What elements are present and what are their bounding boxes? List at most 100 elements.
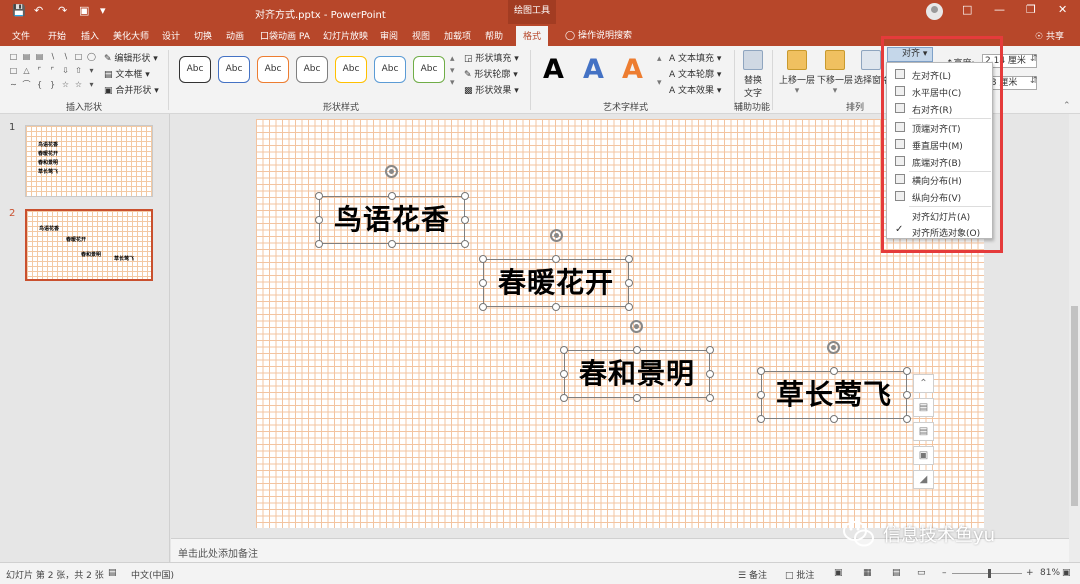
shape-styles-more-icon[interactable]: ▾ — [450, 78, 455, 88]
resize-handle[interactable] — [903, 391, 911, 399]
present-icon[interactable]: ▣ — [79, 4, 89, 17]
notes-toggle-button[interactable]: ☰ 备注 — [738, 568, 767, 581]
bring-forward-button[interactable]: 上移一层 ▾ — [779, 50, 815, 96]
brace-shape-icon[interactable]: { — [34, 80, 45, 89]
elbow-connector-icon[interactable]: ⌜ — [47, 66, 58, 75]
arc-shape-icon[interactable]: ⌒ — [21, 80, 32, 89]
share-button[interactable]: ☉ 共享 — [1035, 29, 1064, 42]
resize-handle[interactable] — [633, 346, 641, 354]
resize-handle[interactable] — [560, 346, 568, 354]
resize-handle[interactable] — [552, 303, 560, 311]
brace-shape-icon[interactable]: } — [47, 80, 58, 89]
shape-styles-scroll-down-icon[interactable]: ▾ — [450, 66, 455, 76]
line-shape-icon[interactable]: ∖ — [47, 52, 58, 61]
resize-handle[interactable] — [479, 255, 487, 263]
tab-pocket-animation[interactable]: 口袋动画 PA — [260, 29, 310, 42]
scrollbar-thumb[interactable] — [1071, 306, 1078, 506]
send-backward-button[interactable]: 下移一层 ▾ — [817, 50, 853, 96]
zoom-slider[interactable] — [952, 573, 1022, 574]
slide-thumbnail-1[interactable]: 鸟语花香 春暖花开 春和景明 草长莺飞 — [25, 125, 153, 197]
text-effects-button[interactable]: A 文本效果 ▾ — [669, 83, 721, 96]
resize-handle[interactable] — [706, 370, 714, 378]
more-shapes-icon[interactable]: ▾ — [86, 66, 97, 75]
vertical-textbox-shape-icon[interactable]: ▤ — [34, 52, 45, 61]
tell-me-search[interactable]: ◯ 操作说明搜索 — [565, 28, 632, 41]
resize-handle[interactable] — [461, 216, 469, 224]
tab-file[interactable]: 文件 — [12, 29, 30, 42]
tab-insert[interactable]: 插入 — [81, 29, 99, 42]
textbox-4-text[interactable]: 草长莺飞 — [762, 372, 906, 418]
arrow-shape-icon[interactable]: ⇧ — [73, 66, 84, 75]
shape-style-1[interactable]: Abc — [179, 56, 211, 83]
rotate-handle-icon[interactable] — [630, 320, 643, 333]
tab-home[interactable]: 开始 — [48, 29, 66, 42]
text-box-button[interactable]: ▤ 文本框 ▾ — [104, 67, 150, 80]
wordart-style-1[interactable]: A — [543, 54, 564, 85]
width-spinner-icon[interactable]: ⇵ — [1030, 76, 1038, 86]
shape-style-2[interactable]: Abc — [218, 56, 250, 83]
resize-handle[interactable] — [388, 192, 396, 200]
wordart-scroll-up-icon[interactable]: ▴ — [657, 54, 662, 64]
redo-icon[interactable]: ↷ — [58, 4, 67, 17]
copy-style-icon[interactable]: ▣ — [913, 446, 934, 465]
zoom-level[interactable]: 81% — [1040, 568, 1060, 578]
resize-handle[interactable] — [479, 279, 487, 287]
merge-shapes-button[interactable]: ▣ 合并形状 ▾ — [104, 83, 159, 96]
resize-handle[interactable] — [625, 303, 633, 311]
comments-button[interactable]: □ 批注 — [785, 568, 814, 581]
slide-canvas[interactable]: 鸟语花香 春暖花开 春和景明 草长莺飞 — [256, 119, 984, 528]
align-toolbar-icon[interactable]: ▤ — [913, 398, 934, 417]
resize-handle[interactable] — [625, 255, 633, 263]
star-shape-icon[interactable]: ☆ — [73, 80, 84, 89]
shape-style-3[interactable]: Abc — [257, 56, 289, 83]
rectangle-shape-icon[interactable]: □ — [73, 52, 84, 61]
tab-beautify[interactable]: 美化大师 — [113, 29, 149, 42]
tab-format[interactable]: 格式 — [516, 26, 549, 46]
tab-slideshow[interactable]: 幻灯片放映 — [323, 29, 368, 42]
textbox-2-text[interactable]: 春暖花开 — [484, 260, 628, 306]
resize-handle[interactable] — [903, 415, 911, 423]
resize-handle[interactable] — [757, 391, 765, 399]
textbox-4[interactable]: 草长莺飞 — [761, 371, 907, 419]
zoom-slider-thumb[interactable] — [988, 569, 991, 578]
shape-style-6[interactable]: Abc — [374, 56, 406, 83]
resize-handle[interactable] — [461, 192, 469, 200]
shape-styles-scroll-up-icon[interactable]: ▴ — [450, 54, 455, 64]
resize-handle[interactable] — [903, 367, 911, 375]
textbox-2[interactable]: 春暖花开 — [483, 259, 629, 307]
resize-handle[interactable] — [560, 370, 568, 378]
avatar[interactable] — [926, 3, 943, 20]
tab-view[interactable]: 视图 — [412, 29, 430, 42]
rotate-handle-icon[interactable] — [385, 165, 398, 178]
line-shape-icon[interactable]: ∖ — [60, 52, 71, 61]
rotate-handle-icon[interactable] — [827, 341, 840, 354]
shape-outline-button[interactable]: ✎ 形状轮廓 ▾ — [464, 67, 518, 80]
arrow-shape-icon[interactable]: ⇩ — [60, 66, 71, 75]
fit-to-window-icon[interactable]: ▣ — [1062, 568, 1071, 578]
slide-sorter-icon[interactable]: ▦ — [863, 568, 872, 578]
resize-handle[interactable] — [633, 394, 641, 402]
resize-handle[interactable] — [757, 367, 765, 375]
ribbon-display-icon[interactable]: □ — [962, 3, 972, 16]
crop-icon[interactable]: ◢ — [913, 470, 934, 489]
spellcheck-icon[interactable]: ▤ — [108, 568, 117, 578]
customize-quick-access-icon[interactable]: ▾ — [100, 4, 106, 17]
undo-icon[interactable]: ↶ — [34, 4, 43, 17]
oval-shape-icon[interactable]: ◯ — [86, 52, 97, 61]
textbox-1-text[interactable]: 鸟语花香 — [320, 197, 464, 243]
textbox-3-text[interactable]: 春和景明 — [565, 351, 709, 397]
minimize-icon[interactable]: — — [994, 3, 1005, 16]
resize-handle[interactable] — [830, 367, 838, 375]
shape-style-5[interactable]: Abc — [335, 56, 367, 83]
wordart-more-icon[interactable]: ▾ — [657, 78, 662, 88]
elbow-connector-icon[interactable]: ⌜ — [34, 66, 45, 75]
tab-addins[interactable]: 加载项 — [444, 29, 471, 42]
resize-handle[interactable] — [706, 346, 714, 354]
vertical-scrollbar[interactable] — [1069, 114, 1080, 562]
collapse-ribbon-icon[interactable]: ⌃ — [1063, 101, 1071, 111]
zoom-in-icon[interactable]: + — [1026, 568, 1034, 578]
zoom-out-icon[interactable]: – — [942, 568, 947, 578]
resize-handle[interactable] — [315, 192, 323, 200]
resize-handle[interactable] — [461, 240, 469, 248]
notes-placeholder[interactable]: 单击此处添加备注 — [178, 545, 258, 560]
